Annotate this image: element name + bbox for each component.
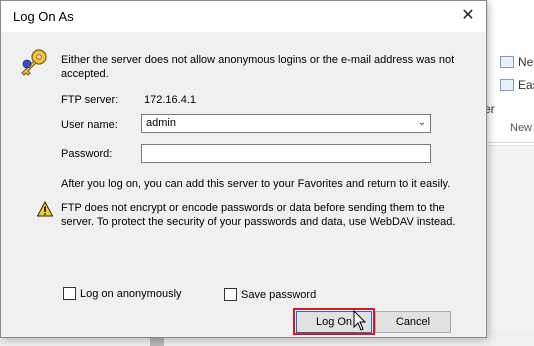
cancel-button[interactable]: Cancel — [375, 311, 451, 333]
save-password-checkbox[interactable]: Save password — [224, 288, 316, 301]
warning-icon — [37, 201, 53, 217]
ribbon-new-item[interactable]: Ne — [518, 55, 533, 69]
username-combo[interactable]: admin ⌄ — [141, 114, 431, 133]
anonymous-checkbox-box[interactable] — [63, 287, 76, 300]
key-icon — [21, 49, 47, 76]
easy-access-icon — [500, 79, 514, 91]
security-warning: FTP does not encrypt or encode passwords… — [61, 202, 456, 228]
logon-dialog: Log On As ✕ Either the server does not a… — [0, 0, 487, 338]
title-bar[interactable]: Log On As ✕ — [1, 1, 486, 32]
anonymous-checkbox[interactable]: Log on anonymously — [63, 287, 182, 300]
anonymous-checkbox-label[interactable]: Log on anonymously — [80, 288, 182, 300]
ftp-server-label: FTP server: — [61, 94, 119, 106]
close-icon[interactable]: ✕ — [453, 4, 483, 28]
error-message: Either the server does not allow anonymo… — [61, 54, 455, 80]
mouse-cursor-icon — [353, 310, 367, 331]
ftp-server-value: 172.16.4.1 — [144, 94, 196, 106]
username-value: admin — [146, 117, 176, 129]
password-label: Password: — [61, 148, 113, 160]
ribbon-easy-access[interactable]: Eas — [518, 78, 534, 92]
password-field[interactable] — [141, 144, 431, 163]
background-ribbon-divider — [488, 142, 534, 143]
ribbon-group-new: New — [510, 122, 533, 134]
chevron-down-icon[interactable]: ⌄ — [418, 116, 426, 129]
save-password-checkbox-box[interactable] — [224, 288, 237, 301]
new-item-icon — [500, 56, 514, 68]
username-label: User name: — [61, 119, 118, 131]
info-text: After you log on, you can add this serve… — [61, 178, 451, 190]
save-password-checkbox-label[interactable]: Save password — [241, 289, 316, 301]
background-scrollbar — [150, 338, 164, 346]
dialog-title: Log On As — [13, 9, 74, 24]
